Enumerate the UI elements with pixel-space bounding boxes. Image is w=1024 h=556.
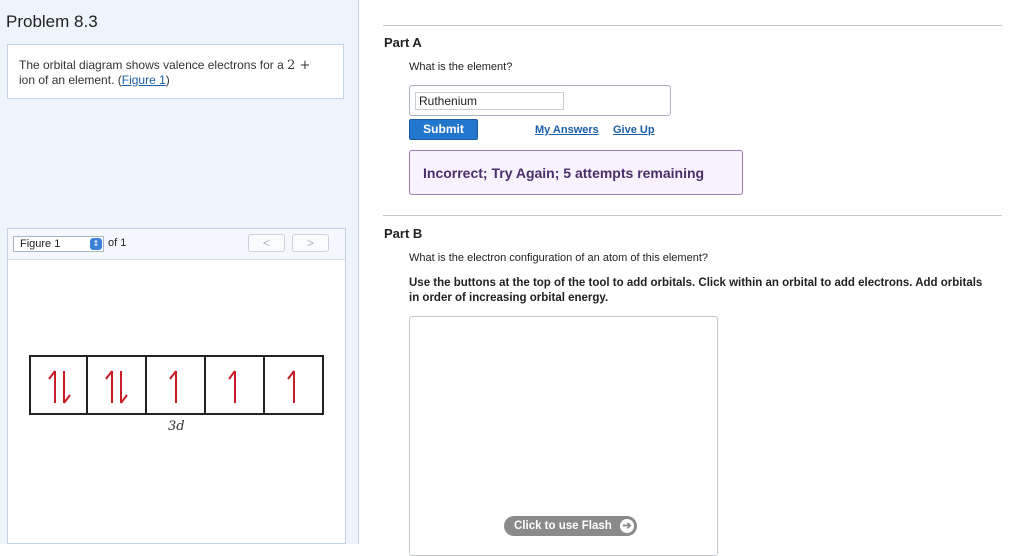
part-b-label: Part B — [384, 226, 423, 241]
ion-charge: 2 + — [287, 58, 311, 73]
part-b-instructions: Use the buttons at the top of the tool t… — [409, 277, 983, 304]
feedback-message: Incorrect; Try Again; 5 attempts remaini… — [423, 165, 705, 181]
problem-title: Problem 8.3 — [6, 12, 98, 31]
part-b-question: What is the electron configuration of an… — [409, 252, 708, 264]
problem-text-before: The orbital diagram shows valence electr… — [19, 58, 288, 72]
orbital-box — [265, 355, 324, 415]
flash-button-label: Click to use Flash — [514, 520, 612, 532]
chevron-right-icon: > — [306, 236, 314, 250]
arrow-right-icon: ➔ — [620, 519, 634, 533]
select-stepper-icon: ⇕ — [90, 238, 102, 250]
part-a-label: Part A — [384, 35, 422, 50]
orbital-box — [206, 355, 265, 415]
answer-box — [409, 85, 671, 116]
my-answers-link[interactable]: My Answers — [535, 124, 599, 136]
figure-panel: Figure 1 ⇕ of 1 < > 3d — [7, 228, 346, 544]
orbital-box — [147, 355, 206, 415]
electron-arrows-icon — [169, 370, 177, 403]
prev-figure-button[interactable]: < — [248, 234, 285, 252]
orbital-diagram — [29, 355, 324, 415]
divider-top — [383, 25, 1002, 26]
part-a-question: What is the element? — [409, 61, 513, 73]
orbital-box — [29, 355, 88, 415]
figure-select[interactable]: Figure 1 ⇕ — [13, 236, 104, 252]
orbital-label: 3d — [168, 419, 185, 434]
electron-arrows-icon — [48, 370, 71, 404]
orbital-box — [88, 355, 147, 415]
next-figure-button[interactable]: > — [292, 234, 329, 252]
figure-link[interactable]: Figure 1 — [122, 73, 166, 87]
divider-part-b — [383, 215, 1002, 216]
element-answer-input[interactable] — [415, 92, 564, 110]
problem-statement: The orbital diagram shows valence electr… — [19, 58, 339, 88]
electron-arrows-icon — [105, 370, 128, 404]
problem-text-after: ion of an element. ( — [19, 73, 122, 87]
problem-statement-box: The orbital diagram shows valence electr… — [7, 44, 344, 99]
chevron-left-icon: < — [262, 236, 270, 250]
problem-pane: Problem 8.3 The orbital diagram shows va… — [0, 0, 359, 544]
give-up-link[interactable]: Give Up — [613, 124, 655, 136]
submit-button[interactable]: Submit — [409, 119, 478, 140]
figure-count: of 1 — [108, 237, 127, 249]
electron-arrows-icon — [287, 370, 295, 403]
figure-toolbar: Figure 1 ⇕ of 1 < > — [8, 229, 345, 260]
figure-select-value: Figure 1 — [20, 238, 61, 250]
feedback-box: Incorrect; Try Again; 5 attempts remaini… — [409, 150, 743, 195]
electron-arrows-icon — [228, 370, 236, 403]
flash-button[interactable]: Click to use Flash ➔ — [504, 516, 637, 536]
problem-text-end: ) — [165, 73, 170, 87]
